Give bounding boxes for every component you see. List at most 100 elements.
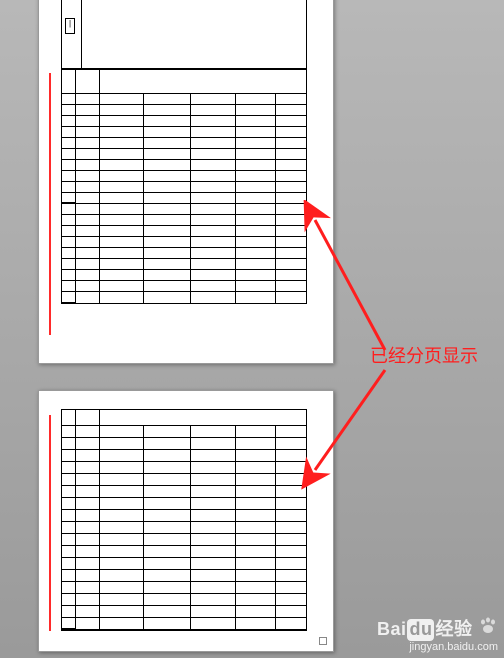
table-cell bbox=[276, 486, 306, 497]
table-cell bbox=[236, 522, 277, 533]
table-row bbox=[62, 462, 306, 474]
table-cell bbox=[144, 474, 191, 485]
table-cell bbox=[191, 558, 236, 569]
table-cell bbox=[276, 582, 306, 593]
row-leftcol-2 bbox=[76, 486, 100, 497]
table-cell bbox=[236, 281, 277, 291]
row-leftcol-2 bbox=[76, 237, 100, 247]
table-cell bbox=[100, 292, 145, 303]
table-cell bbox=[276, 570, 306, 581]
table-cell bbox=[144, 160, 191, 170]
row-leftcol-2 bbox=[76, 582, 100, 593]
table-row bbox=[62, 193, 306, 204]
table-cell bbox=[276, 259, 306, 269]
table-cell bbox=[236, 558, 277, 569]
table-cell bbox=[236, 215, 277, 225]
table-cell bbox=[236, 149, 277, 159]
row-leftcol-1 bbox=[62, 149, 76, 159]
table-cell bbox=[100, 226, 145, 236]
table-cell bbox=[144, 270, 191, 280]
table-cell bbox=[100, 270, 145, 280]
table-cell bbox=[236, 171, 277, 181]
table-cell bbox=[100, 116, 145, 126]
table-row bbox=[62, 426, 306, 438]
table-cell bbox=[191, 426, 236, 437]
table-cell bbox=[276, 438, 306, 449]
header-col-3 bbox=[100, 410, 306, 425]
table-row bbox=[62, 105, 306, 116]
row-leftcol-2 bbox=[76, 426, 100, 437]
table-cell bbox=[100, 171, 145, 181]
row-leftcol-1 bbox=[62, 546, 76, 557]
table-cell bbox=[236, 450, 277, 461]
table-cell bbox=[100, 570, 145, 581]
table-cell bbox=[236, 160, 277, 170]
row-leftcol-1 bbox=[62, 160, 76, 170]
row-leftcol-2 bbox=[76, 510, 100, 521]
resize-handle-icon[interactable] bbox=[319, 637, 327, 645]
row-leftcol-2 bbox=[76, 160, 100, 170]
table-cell bbox=[191, 486, 236, 497]
table-cell bbox=[236, 237, 277, 247]
row-leftcol-1 bbox=[62, 462, 76, 473]
table-cell bbox=[276, 94, 306, 104]
table-cell bbox=[191, 534, 236, 545]
table-cell bbox=[236, 606, 277, 617]
table-cell bbox=[236, 116, 277, 126]
table-cell bbox=[144, 462, 191, 473]
table-row bbox=[62, 182, 306, 193]
table-cell bbox=[144, 116, 191, 126]
table-cell bbox=[191, 237, 236, 247]
row-leftcol-2 bbox=[76, 204, 100, 214]
table-cell bbox=[276, 426, 306, 437]
brand-right: 经验 bbox=[435, 619, 472, 639]
row-leftcol-2 bbox=[76, 270, 100, 280]
row-leftcol-2 bbox=[76, 281, 100, 291]
table-cell bbox=[191, 510, 236, 521]
row-leftcol-1 bbox=[62, 498, 76, 509]
header-col-3 bbox=[100, 70, 306, 93]
table-cell bbox=[276, 281, 306, 291]
table-cell bbox=[276, 546, 306, 557]
table-cell bbox=[191, 474, 236, 485]
table-cell bbox=[236, 94, 277, 104]
table-cell bbox=[144, 426, 191, 437]
table-row bbox=[62, 606, 306, 618]
table-row bbox=[62, 127, 306, 138]
table-cell bbox=[144, 522, 191, 533]
table-cell bbox=[100, 582, 145, 593]
row-leftcol-2 bbox=[76, 127, 100, 137]
row-leftcol-1 bbox=[62, 204, 76, 214]
table-cell bbox=[276, 105, 306, 115]
table-cell bbox=[144, 215, 191, 225]
table-cell bbox=[236, 570, 277, 581]
table-cell bbox=[100, 534, 145, 545]
table-cell bbox=[144, 237, 191, 247]
row-leftcol-2 bbox=[76, 558, 100, 569]
table-cell bbox=[191, 522, 236, 533]
table-cell bbox=[191, 281, 236, 291]
table-cell bbox=[100, 94, 145, 104]
table-cell bbox=[276, 160, 306, 170]
table-cell bbox=[191, 582, 236, 593]
row-leftcol-1 bbox=[62, 116, 76, 126]
table-cell bbox=[100, 606, 145, 617]
table-cell bbox=[276, 618, 306, 629]
row-leftcol-1 bbox=[62, 193, 76, 203]
header-cell-right bbox=[82, 0, 306, 68]
table-cell bbox=[144, 292, 191, 303]
table-row bbox=[62, 522, 306, 534]
table-cell bbox=[191, 462, 236, 473]
row-leftcol-2 bbox=[76, 618, 100, 629]
table-cell bbox=[276, 138, 306, 148]
row-leftcol-1 bbox=[62, 127, 76, 137]
table-cell bbox=[236, 594, 277, 605]
page-1: | bbox=[38, 0, 334, 364]
row-leftcol-2 bbox=[76, 474, 100, 485]
table-cell bbox=[144, 546, 191, 557]
table-cell bbox=[236, 510, 277, 521]
table-row bbox=[62, 558, 306, 570]
row-leftcol-1 bbox=[62, 558, 76, 569]
table-row bbox=[62, 438, 306, 450]
table-row bbox=[62, 582, 306, 594]
